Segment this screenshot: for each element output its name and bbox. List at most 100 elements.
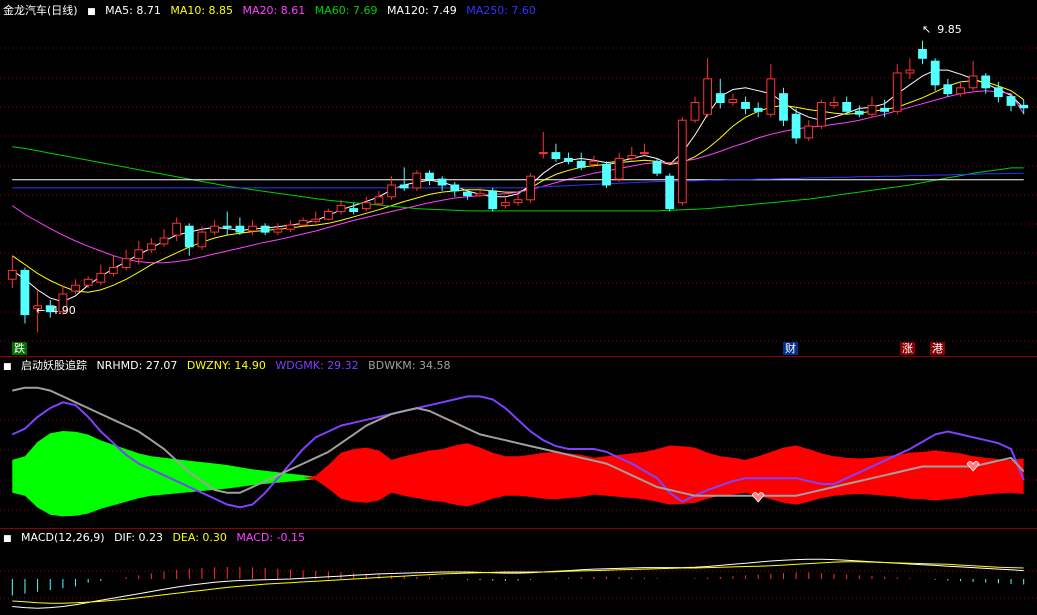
candle-up (286, 224, 295, 230)
gridlines (0, 47, 1037, 599)
candle-down (437, 178, 447, 186)
chart-canvas (0, 40, 1037, 609)
indicator-panel[interactable] (11, 386, 1025, 517)
candle-down (842, 102, 852, 112)
indicator-legend: ■ 启动妖股追踪 NRHMD: 27.07 DWZNY: 14.90 WDGMK… (0, 358, 456, 374)
ma-menu-icon[interactable]: ■ (87, 7, 96, 17)
candle-down (753, 107, 763, 112)
candle-up (96, 272, 106, 283)
candle-up (589, 160, 599, 165)
candle-up (298, 219, 308, 226)
ma20-label: MA20: 8.61 (242, 4, 306, 17)
candle-down (918, 49, 927, 59)
ma120-label: MA120: 7.49 (386, 4, 457, 17)
candle-up (677, 119, 687, 204)
candle-down (463, 191, 472, 197)
candle-down (1006, 96, 1016, 106)
candle-down (665, 175, 675, 210)
arrow-icon: ← (36, 304, 46, 317)
macd-panel[interactable] (11, 558, 1025, 609)
candle-down (425, 172, 434, 180)
candle-up (121, 258, 131, 269)
candle-down (943, 84, 953, 95)
indicator-menu-icon[interactable]: ■ (3, 362, 12, 372)
candle-up (248, 225, 257, 232)
candle-up (172, 222, 181, 236)
candle-up (766, 78, 776, 115)
candle-up (336, 205, 346, 213)
candle-down (235, 225, 245, 233)
candle-up (412, 172, 422, 189)
candle-up (817, 102, 826, 127)
candle-up (361, 202, 371, 210)
candle-up (147, 243, 156, 251)
event-tag-finance[interactable]: 财 (783, 342, 798, 355)
stock-title[interactable]: 金龙汽车(日线) (3, 4, 78, 17)
candle-down (576, 160, 586, 168)
candle-down (652, 160, 662, 174)
candle-down (930, 60, 940, 86)
panel-divider (0, 356, 1037, 357)
candle-up (71, 284, 80, 292)
candle-up (374, 196, 384, 205)
candle-down (715, 93, 725, 103)
candle-up (500, 202, 510, 207)
candle-up (968, 75, 978, 89)
candle-down (779, 93, 788, 121)
macd-legend: ■ MACD(12,26,9) DIF: 0.23 DEA: 0.30 MACD… (0, 530, 311, 546)
candle-up (905, 69, 915, 74)
event-tag-hk[interactable]: 港 (930, 342, 945, 355)
candle-up (273, 228, 283, 233)
ma5-label: MA5: 8.71 (105, 4, 161, 17)
macd-value-label: MACD: -0.15 (236, 531, 306, 544)
low-price-label: ← 4.90 (36, 304, 76, 317)
candle-up (956, 87, 965, 95)
candle-down (854, 110, 864, 115)
indicator-title[interactable]: 启动妖股追踪 (21, 359, 87, 372)
candle-up (210, 225, 219, 233)
ma10-label: MA10: 8.85 (170, 4, 234, 17)
candle-down (741, 102, 750, 109)
candle-up (197, 231, 207, 248)
candle-up (159, 237, 169, 245)
ma-line-ma250 (12, 172, 1024, 189)
wdgmk-label: WDGMK: 29.32 (275, 359, 359, 372)
arrow-icon: ↖ (922, 23, 932, 36)
candle-down (981, 75, 991, 89)
candle-up (387, 184, 397, 198)
candle-up (867, 104, 877, 115)
candle-down (450, 184, 460, 192)
candle-up (538, 152, 548, 155)
line-dea (12, 561, 1024, 604)
candle-down (184, 225, 194, 248)
macd-menu-icon[interactable]: ■ (3, 534, 12, 544)
candle-up (134, 249, 144, 260)
line-dif (12, 558, 1024, 609)
candle-down (994, 87, 1003, 98)
dwzny-label: DWZNY: 14.90 (186, 359, 266, 372)
high-price-label: ↖ 9.85 (922, 23, 962, 36)
candle-up (703, 78, 713, 115)
macd-title[interactable]: MACD(12,26,9) (21, 531, 105, 544)
candle-up (475, 193, 485, 197)
candlestick-panel[interactable] (7, 40, 1029, 333)
candle-up (311, 218, 321, 223)
candle-down (399, 184, 409, 189)
candle-down (1019, 104, 1029, 109)
panel-divider (0, 528, 1037, 529)
candle-up (614, 158, 624, 180)
candle-down (222, 225, 232, 228)
event-tag-drop[interactable]: 跌 (12, 342, 27, 355)
candle-down (349, 208, 359, 213)
candle-up (513, 199, 523, 204)
bdwkm-label: BDWKM: 34.58 (368, 359, 451, 372)
candle-down (488, 190, 498, 210)
candle-down (791, 113, 801, 139)
candle-up (690, 102, 700, 121)
candle-up (640, 152, 649, 155)
candle-up (324, 211, 333, 220)
candle-up (7, 269, 17, 280)
candle-down (880, 107, 890, 112)
candle-up (728, 99, 738, 103)
event-tag-rise[interactable]: 涨 (900, 342, 915, 355)
